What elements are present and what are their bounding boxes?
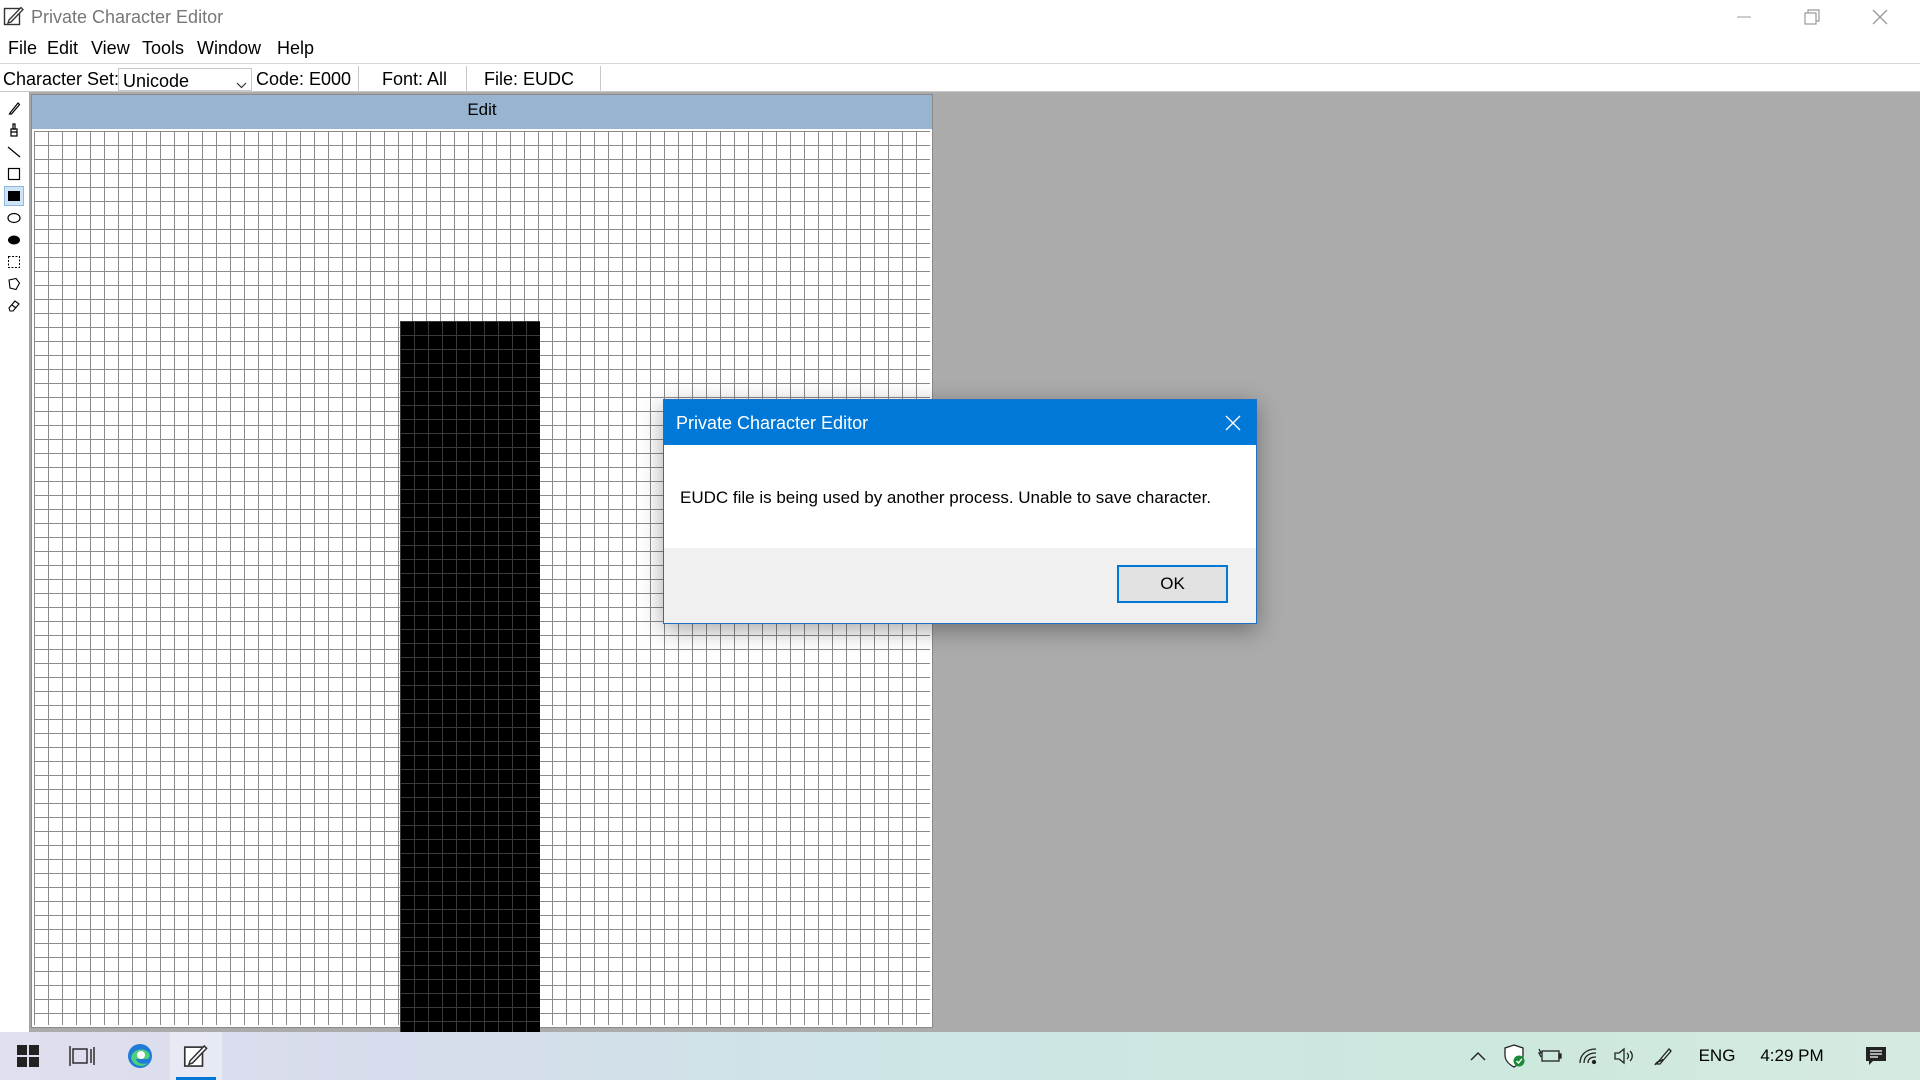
- input-language-indicator[interactable]: ENG: [1692, 1032, 1742, 1080]
- battery-tray-icon[interactable]: [1536, 1032, 1564, 1080]
- windows-logo-icon: [17, 1045, 39, 1067]
- pencil-icon[interactable]: [4, 98, 24, 118]
- ok-button[interactable]: OK: [1117, 565, 1228, 603]
- filled-rectangle-icon[interactable]: [4, 186, 24, 206]
- menu-help[interactable]: Help: [277, 38, 314, 59]
- info-separator: [358, 66, 359, 92]
- clock[interactable]: 4:29 PM: [1750, 1032, 1834, 1080]
- hollow-rectangle-icon[interactable]: [4, 164, 24, 184]
- private-character-editor-taskbar-button[interactable]: [170, 1032, 222, 1080]
- minimize-button[interactable]: [1710, 0, 1778, 34]
- edit-window-caption[interactable]: Edit: [32, 95, 932, 129]
- toolbox: [0, 92, 30, 1032]
- network-tray-icon[interactable]: [1574, 1032, 1604, 1080]
- edge-icon: [128, 1044, 152, 1068]
- charset-value: Unicode: [123, 71, 190, 91]
- charset-label: Character Set:: [3, 69, 120, 89]
- menu-bar: File Edit View Tools Window Help: [0, 34, 1920, 64]
- start-button[interactable]: [2, 1032, 54, 1080]
- menu-tools[interactable]: Tools: [142, 38, 184, 59]
- menu-window[interactable]: Window: [197, 38, 261, 59]
- file-label: File: EUDC: [484, 69, 575, 89]
- wifi-icon: [1579, 1048, 1597, 1065]
- private-character-editor-icon: [183, 1044, 208, 1067]
- font-label: Font: All: [382, 69, 448, 89]
- shield-icon: [1504, 1044, 1525, 1068]
- brush-icon[interactable]: [4, 120, 24, 140]
- restore-button[interactable]: [1778, 0, 1846, 34]
- chevron-up-icon: [1470, 1052, 1486, 1061]
- charset-select[interactable]: Unicode: [118, 68, 252, 91]
- pen-icon: [1654, 1048, 1672, 1066]
- info-bar: Character Set: Unicode Code: E000 Font: …: [0, 66, 1920, 92]
- window-title: Private Character Editor: [31, 7, 224, 27]
- line-icon[interactable]: [4, 142, 24, 162]
- info-separator: [466, 66, 467, 92]
- close-button[interactable]: [1846, 0, 1914, 34]
- dialog-close-button[interactable]: [1216, 406, 1250, 440]
- filled-ellipse-icon[interactable]: [4, 230, 24, 250]
- edge-browser-button[interactable]: [114, 1032, 166, 1080]
- speaker-icon: [1614, 1047, 1633, 1065]
- close-icon: [1225, 415, 1241, 431]
- error-dialog: Private Character Editor EUDC file is be…: [663, 399, 1257, 624]
- hollow-ellipse-icon[interactable]: [4, 208, 24, 228]
- menu-edit[interactable]: Edit: [47, 38, 78, 59]
- edit-window-title: Edit: [467, 100, 497, 119]
- app-icon: [3, 5, 25, 27]
- freeform-selection-icon[interactable]: [4, 274, 24, 294]
- menu-view[interactable]: View: [91, 38, 130, 59]
- eraser-icon[interactable]: [4, 296, 24, 316]
- title-bar: Private Character Editor: [0, 0, 1920, 34]
- language-label: ENG: [1698, 1046, 1736, 1065]
- pen-tray-icon[interactable]: [1650, 1032, 1678, 1080]
- clock-time: 4:29 PM: [1760, 1046, 1824, 1065]
- action-center-button[interactable]: [1856, 1032, 1896, 1080]
- notification-icon: [1866, 1047, 1886, 1065]
- menu-file[interactable]: File: [8, 38, 37, 59]
- dialog-title-bar: Private Character Editor: [664, 400, 1256, 445]
- security-tray-icon[interactable]: [1500, 1032, 1528, 1080]
- battery-charging-icon: [1538, 1048, 1562, 1062]
- taskbar: ENG 4:29 PM: [0, 1032, 1920, 1080]
- rectangular-selection-icon[interactable]: [4, 252, 24, 272]
- dialog-message: EUDC file is being used by another proce…: [680, 488, 1212, 507]
- glyph-filled-pixels: [400, 321, 540, 1035]
- info-separator: [600, 66, 601, 92]
- show-hidden-icons-button[interactable]: [1464, 1032, 1492, 1080]
- dialog-title: Private Character Editor: [676, 413, 869, 433]
- task-view-icon: [69, 1046, 95, 1066]
- task-view-button[interactable]: [56, 1032, 108, 1080]
- volume-tray-icon[interactable]: [1610, 1032, 1638, 1080]
- code-label: Code: E000: [256, 69, 352, 89]
